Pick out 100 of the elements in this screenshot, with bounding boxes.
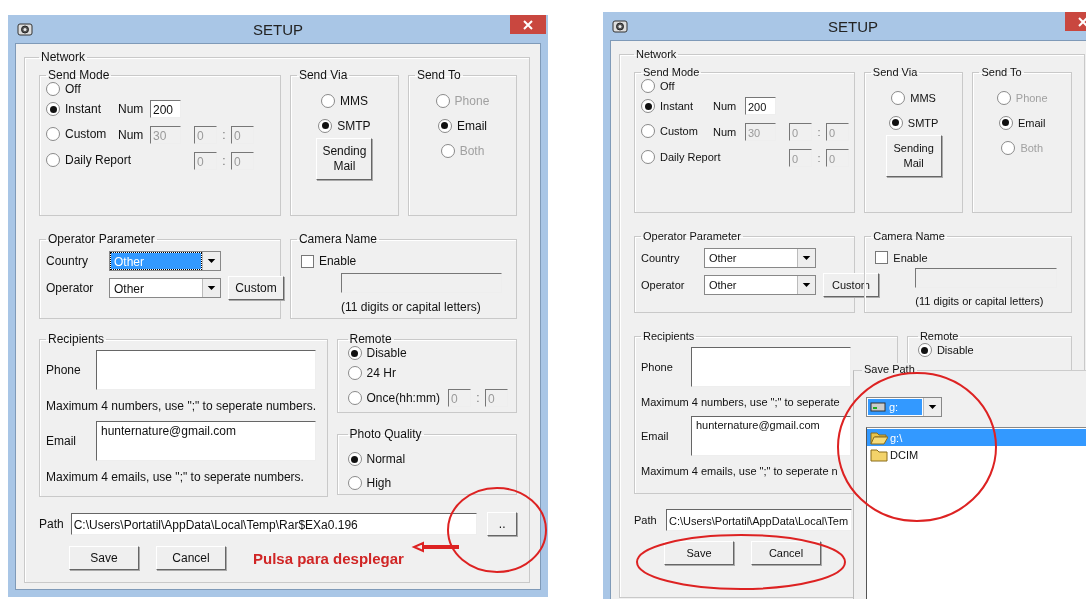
browse-button[interactable]: ..	[487, 512, 517, 536]
folder-icon	[870, 430, 888, 445]
num-label: Num	[118, 102, 145, 116]
radio-button[interactable]: Instant	[641, 99, 694, 113]
group-label: Recipients	[48, 332, 105, 346]
phone-field[interactable]	[96, 350, 316, 390]
caret-icon	[923, 398, 941, 416]
path-field[interactable]: C:\Users\Portatil\AppData\Local\Temp\Rar$EXa0.196	[70, 513, 478, 535]
dropdown-value: Other	[708, 251, 738, 266]
radio-button[interactable]: Disable	[917, 343, 974, 357]
group-label: Send Mode	[643, 66, 700, 78]
radio-button[interactable]: Off	[641, 79, 675, 93]
field-label: Phone	[46, 363, 82, 377]
group-label: Remote	[919, 330, 959, 342]
caret-icon	[202, 279, 220, 297]
sending-mail-button[interactable]: Sending Mail	[885, 135, 942, 177]
hint-text: (11 digits or capital letters)	[915, 295, 1045, 307]
dropdown-value: Other	[113, 281, 145, 296]
radio-button[interactable]: MMS	[891, 90, 936, 105]
dropdown[interactable]: Other	[704, 275, 816, 295]
num-label: Num	[713, 100, 738, 112]
dialog-button[interactable]: Save	[664, 541, 734, 565]
custom-button[interactable]: Custom	[228, 276, 284, 300]
folder-item[interactable]: DCIM	[867, 446, 1086, 463]
radio-button[interactable]: Daily Report	[46, 152, 132, 167]
email-field[interactable]: hunternature@gmail.com	[691, 416, 851, 456]
sending-mail-button[interactable]: Sending Mail	[316, 138, 373, 180]
group-label: Camera Name	[873, 230, 945, 242]
path-field[interactable]: C:\Users\Portatil\AppData\Local\Tem	[666, 509, 852, 531]
num-field[interactable]: 200	[150, 100, 181, 118]
group-label: Network	[41, 50, 85, 64]
dropdown[interactable]: Other	[704, 248, 816, 268]
dropdown[interactable]: Other	[109, 278, 221, 298]
path-label: Path	[634, 514, 658, 526]
radio-button[interactable]: MMS	[320, 93, 368, 108]
radio-button[interactable]: Normal	[347, 452, 406, 466]
field-label: Email	[641, 430, 670, 442]
hint-text: Maximum 4 numbers, use ";" to seperate	[641, 396, 840, 408]
num-label: Num	[118, 128, 145, 142]
window-title: SETUP	[253, 20, 303, 38]
dialog-button[interactable]: Save	[69, 546, 139, 570]
window-title: SETUP	[828, 17, 878, 35]
hint-text: Maximum 4 emails, use ";" to seperate n	[641, 465, 838, 477]
radio-button[interactable]: Custom	[641, 124, 698, 138]
camera-icon	[612, 18, 628, 34]
radio-button[interactable]: Once(hh:mm)	[347, 390, 440, 405]
group-label: Send To	[981, 66, 1022, 78]
caret-icon	[797, 249, 815, 267]
group-label: Send Via	[872, 66, 918, 78]
field-label: Operator	[641, 279, 686, 291]
group-label: Send To	[416, 68, 461, 82]
field-label: Country	[46, 254, 90, 268]
group-label: Photo Quality	[349, 427, 422, 441]
dialog-button[interactable]: Cancel	[156, 546, 226, 570]
close-button[interactable]	[510, 15, 546, 34]
hint-text: Maximum 4 numbers, use ";" to seperate numbers.	[46, 399, 316, 413]
hint-text: (11 digits or capital letters)	[340, 299, 482, 314]
time-separator: :	[475, 390, 481, 405]
radio-button[interactable]: 24 Hr	[347, 365, 396, 380]
radio-button[interactable]: Off	[46, 82, 81, 96]
annotation-text: Pulsa para desplegar	[253, 549, 404, 567]
time-separator: :	[221, 128, 227, 142]
radio-button[interactable]: Custom	[46, 126, 107, 141]
caret-icon	[202, 252, 220, 270]
enable-checkbox[interactable]: Enable	[875, 251, 928, 264]
radio-button[interactable]: Instant	[46, 102, 102, 117]
radio-button[interactable]: SMTP	[318, 118, 371, 133]
drive-icon	[870, 401, 886, 413]
num-field[interactable]: 200	[745, 97, 776, 115]
num-label: Num	[713, 126, 738, 138]
radio-button[interactable]: Email	[437, 118, 487, 133]
close-icon	[523, 19, 533, 30]
field-label: Phone	[641, 361, 674, 373]
dropdown-value: Other	[111, 253, 201, 269]
time-separator: :	[221, 154, 227, 168]
dropdown-value: Other	[708, 278, 738, 293]
group-label: Operator Parameter	[48, 232, 155, 246]
radio-button[interactable]: Daily Report	[641, 150, 721, 164]
group-label: Send Mode	[48, 68, 110, 82]
phone-field[interactable]	[691, 347, 851, 387]
radio-button[interactable]: Email	[998, 115, 1046, 130]
group-label: Camera Name	[298, 232, 377, 246]
field-label: Operator	[46, 281, 95, 295]
enable-checkbox[interactable]: Enable	[300, 254, 357, 268]
group-label: Network	[636, 48, 677, 60]
email-field[interactable]: hunternature@gmail.com	[96, 421, 316, 461]
radio-button[interactable]: High	[347, 476, 392, 490]
group-label: Remote	[349, 332, 392, 346]
hint-text: Maximum 4 emails, use ";" to seperate numbers.	[46, 470, 304, 484]
radio-button[interactable]: Disable	[347, 346, 407, 360]
field-label: Country	[641, 252, 681, 264]
close-icon	[1078, 16, 1086, 27]
dialog-button[interactable]: Cancel	[751, 541, 821, 565]
group-label: Recipients	[643, 330, 695, 342]
group-label: Operator Parameter	[643, 230, 741, 242]
caret-icon	[797, 276, 815, 294]
path-label: Path	[39, 517, 65, 531]
drive-label: g:	[889, 401, 899, 413]
radio-button[interactable]: SMTP	[888, 115, 939, 130]
camera-icon	[17, 21, 33, 37]
